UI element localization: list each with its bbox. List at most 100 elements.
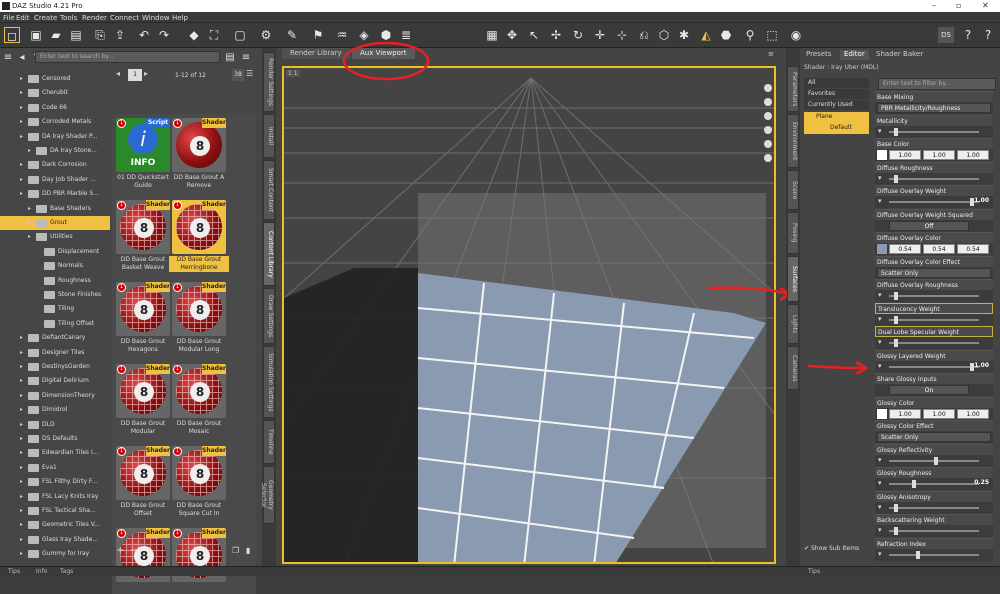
menu-tools[interactable]: Tools [60,14,77,22]
tree-item[interactable]: ▸ DA Iray Shader P... [0,130,110,144]
side-tab[interactable]: Environment [787,114,799,168]
tree-item[interactable]: Tiling [0,302,110,316]
color-swatch[interactable] [877,150,887,160]
color-swatch[interactable] [877,244,887,254]
tab-tags[interactable]: Tags [60,568,73,575]
toggle-switch[interactable]: Off [889,220,969,231]
camera-icon[interactable]: ◉ [788,27,804,43]
select-tool-icon[interactable]: ↖ [526,27,542,43]
menu-icon[interactable]: ≡ [2,51,14,65]
rotate-tool-icon[interactable]: ↻ [570,27,586,43]
remove-icon[interactable]: − [130,545,138,556]
color-value-field[interactable]: 1.00 [889,408,921,419]
expand-arrow-icon[interactable]: ▸ [20,392,23,399]
slider-knob[interactable] [893,315,898,324]
slider-track[interactable] [889,339,979,347]
expand-arrow-icon[interactable]: ▸ [20,550,23,557]
property-control[interactable]: PBR Metallicity/Roughness [875,102,993,114]
tree-item[interactable]: ▸ DestinysGarden [0,360,110,374]
close-button[interactable]: ✕ [982,1,989,10]
tab-shader-baker[interactable]: Shader Baker [876,50,923,60]
menu-edit[interactable]: Edit [16,14,30,22]
list-tool-icon[interactable]: ≣ [398,27,414,43]
expand-arrow-icon[interactable]: ▸ [20,478,23,485]
search-input[interactable]: Enter text to search by... [35,51,220,63]
tree-item[interactable]: ▸ FSL Lacy Knits Iray [0,490,110,504]
slider-knob[interactable] [893,174,898,183]
side-tab[interactable]: Timeline [263,420,275,464]
expand-arrow-icon[interactable]: ▸ [20,421,23,428]
property-control[interactable]: ▾ [875,290,993,302]
save-icon[interactable]: ▤ [68,27,84,43]
whats-this-icon[interactable]: ? [980,27,996,43]
content-thumbnail[interactable]: 8 Shader 1 [116,282,170,336]
redo-icon[interactable]: ↷ [156,27,172,43]
property-control[interactable]: ▾ [875,125,993,138]
translate-tool-icon[interactable]: ✢ [548,27,564,43]
slider-knob[interactable] [893,292,898,300]
slider-track[interactable] [889,315,979,324]
spot-render-icon[interactable]: ⚲ [742,27,758,43]
nav-favorites[interactable]: Favorites [804,89,869,99]
expand-arrow-icon[interactable]: ▸ [20,334,23,341]
surface-tool-icon[interactable]: ✱ [676,27,692,43]
menu-help[interactable]: Help [172,14,188,22]
chevron-down-icon[interactable]: ▾ [878,479,882,487]
tree-item[interactable]: ▸ Corroded Metals [0,115,110,129]
property-control[interactable]: ▾ 1.00 [875,360,993,373]
tab-tips-right[interactable]: Tips [808,568,820,575]
property-control[interactable]: Off [875,219,993,232]
color-value-field[interactable]: 1.00 [957,408,989,419]
tab-presets[interactable]: Presets [806,50,831,60]
color-swatch[interactable] [877,408,887,419]
side-tab[interactable]: Content Library [263,222,275,286]
tree-item[interactable]: ▸ Grout [0,216,110,230]
content-thumbnail[interactable]: 8 Shader 1 [116,200,170,254]
side-tab[interactable]: Lights [787,304,799,344]
panel-menu-icon[interactable]: ≡ [768,50,774,58]
slider-track[interactable] [889,550,979,559]
slider-track[interactable] [889,503,979,512]
color-value-field[interactable]: 0.54 [889,244,921,254]
slider-knob[interactable] [893,527,898,535]
new-scene-icon[interactable]: ◻ [4,27,20,43]
expand-arrow-icon[interactable]: ▸ [20,406,23,413]
mask-tool-icon[interactable]: ◈ [356,27,372,43]
side-tab[interactable]: Simulation Settings [263,346,275,418]
expand-arrow-icon[interactable]: ▸ [20,464,23,471]
property-control[interactable]: 1.00 1.00 1.00 [875,149,993,161]
view-mode-icon[interactable]: ▤ [224,51,236,65]
tree-item[interactable]: ▸ DA Iray Stone... [0,144,110,158]
chevron-down-icon[interactable]: ▾ [878,127,882,135]
chevron-down-icon[interactable]: ▾ [878,362,882,370]
tree-item[interactable]: ▸ FSL Filthy Dirty F... [0,475,110,489]
thumb-size-icon[interactable]: 38 [232,69,244,81]
expand-arrow-icon[interactable]: ▸ [28,219,31,226]
property-control[interactable]: ▾ [875,548,993,561]
expand-arrow-icon[interactable]: ▸ [20,377,23,384]
dropdown[interactable]: PBR Metallicity/Roughness [877,103,991,113]
menu-window[interactable]: Window [142,14,170,22]
property-control[interactable]: ▾ [875,313,993,326]
content-thumbnail[interactable]: 8 Shader 1 [116,446,170,500]
shape-tool-icon[interactable]: ⬚ [764,27,780,43]
tree-item[interactable]: Roughness [0,274,110,288]
property-control[interactable]: 0.54 0.54 0.54 [875,243,993,255]
expand-arrow-icon[interactable]: ▸ [20,161,23,168]
color-value-field[interactable]: 1.00 [957,150,989,160]
render-settings-icon[interactable]: ⛶ [206,27,222,43]
toggle-switch[interactable]: On [889,385,969,395]
chevron-down-icon[interactable]: ▾ [878,197,882,205]
color-value-field[interactable]: 0.54 [923,244,955,254]
undo-icon[interactable]: ↶ [136,27,152,43]
tab-render-library[interactable]: Render Library [282,48,350,59]
color-value-field[interactable]: 1.00 [889,150,921,160]
tree-item[interactable]: ▸ Code 66 [0,101,110,115]
tree-plane-selected[interactable]: Plane Default [804,112,869,134]
expand-arrow-icon[interactable]: ▸ [28,205,31,212]
expand-arrow-icon[interactable]: ▸ [28,233,31,240]
expand-arrow-icon[interactable]: ▸ [20,133,23,140]
slider-track[interactable] [889,456,979,465]
chevron-down-icon[interactable]: ▾ [878,338,882,346]
tree-item[interactable]: ▸ Glass Iray Shade... [0,533,110,547]
